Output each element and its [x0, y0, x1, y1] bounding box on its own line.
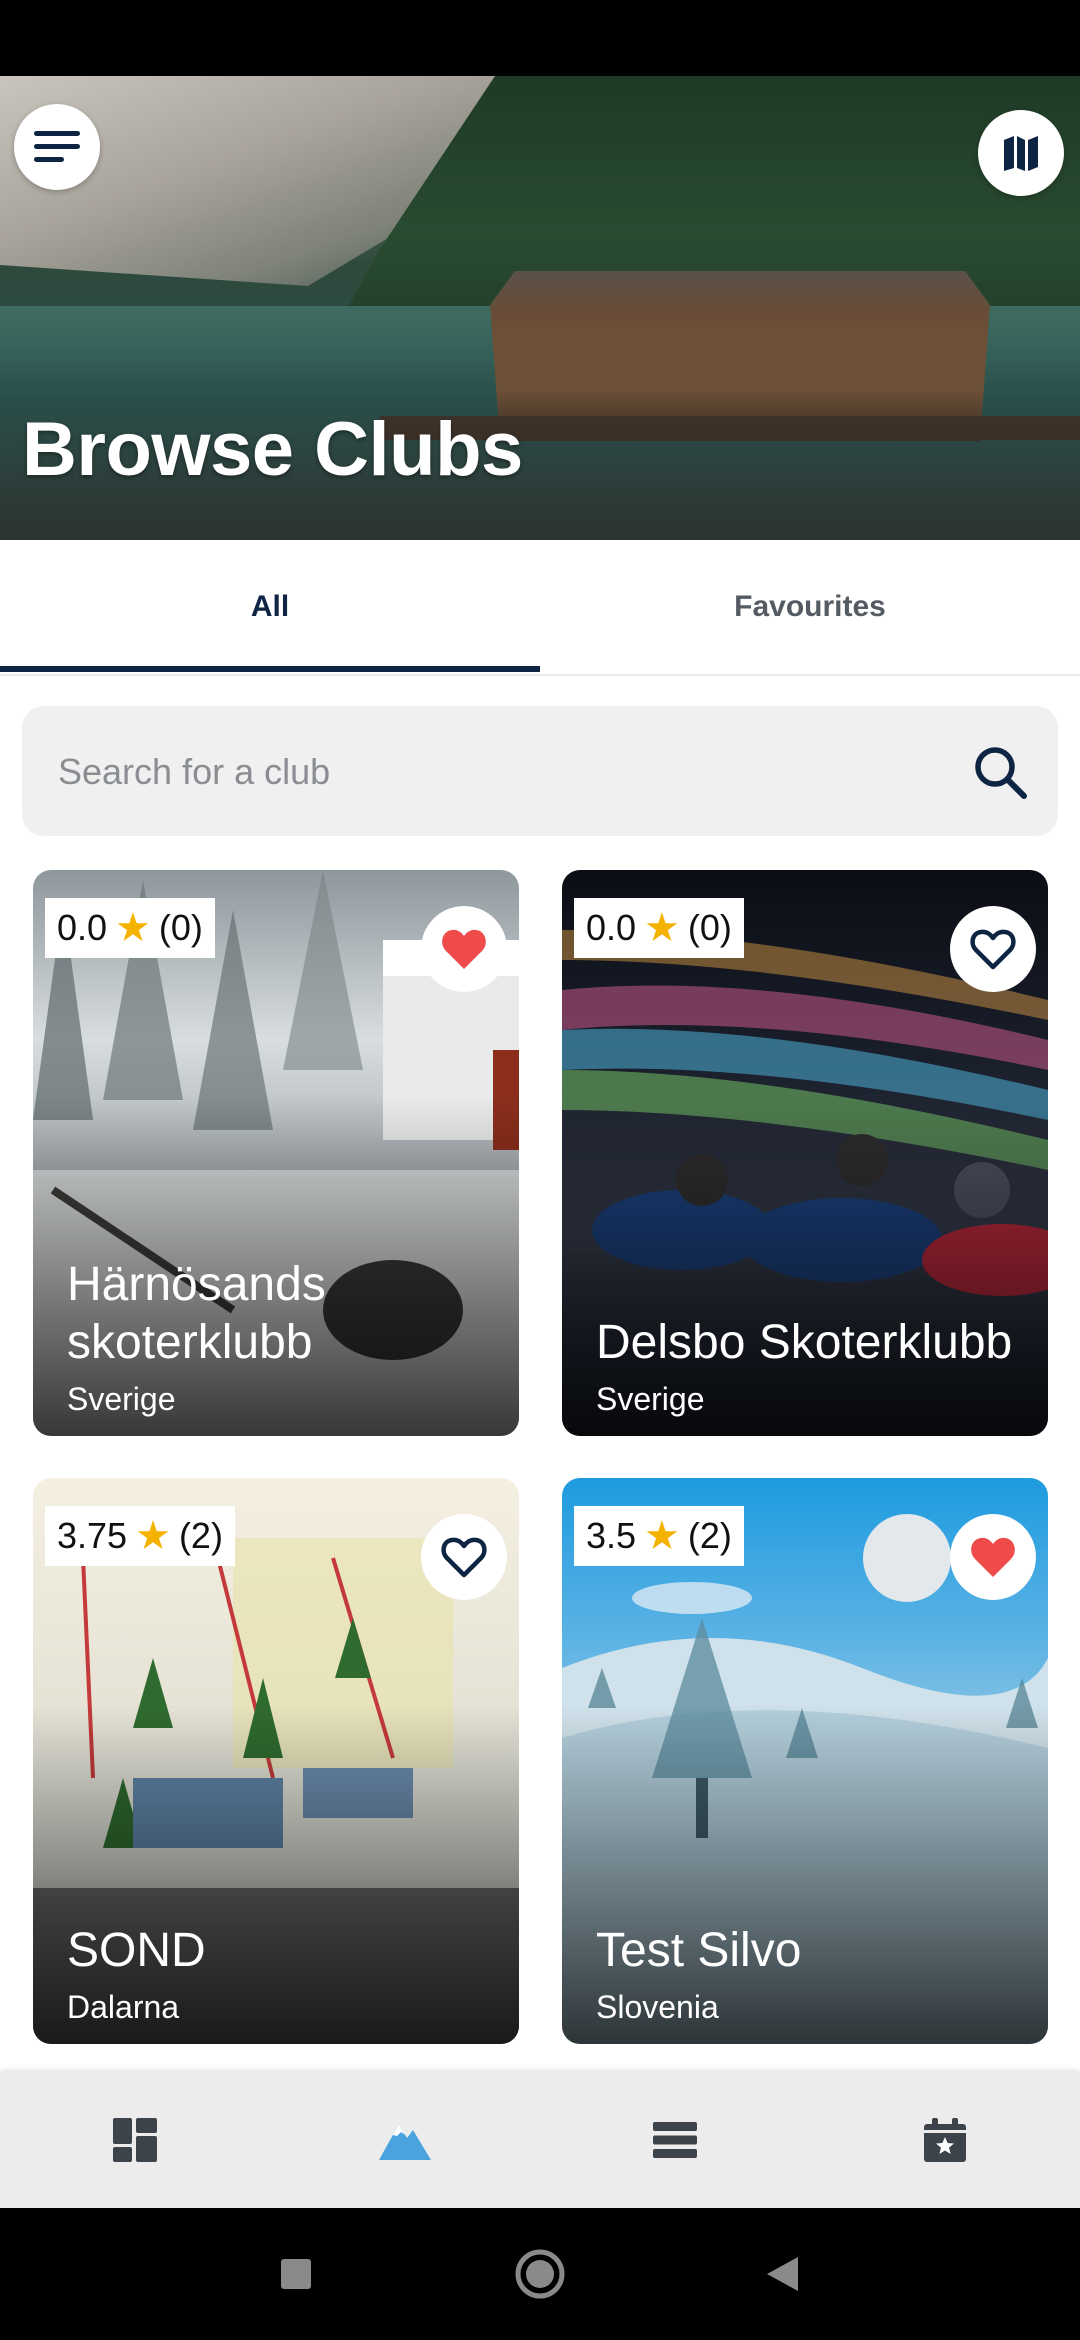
- favourite-button[interactable]: [950, 906, 1036, 992]
- tab-all[interactable]: All: [0, 540, 540, 674]
- back-triangle-icon: [767, 2257, 798, 2291]
- circle-icon: [515, 2249, 565, 2299]
- square-icon: [281, 2259, 311, 2289]
- search-input[interactable]: [56, 706, 940, 838]
- nav-dashboard[interactable]: [0, 2072, 270, 2208]
- tab-bar: All Favourites: [0, 540, 1080, 676]
- club-name: SOND: [67, 1924, 206, 1977]
- club-name: Delsbo Skoterklubb: [596, 1316, 1013, 1369]
- page-title: Browse Clubs: [22, 407, 523, 492]
- hero-banner: Browse Clubs: [0, 76, 1080, 540]
- rating-count: (2): [687, 1515, 732, 1556]
- rating-badge: 0.0 ★ (0): [574, 898, 744, 958]
- heart-outline-icon: [441, 1537, 487, 1578]
- home-button[interactable]: [480, 2208, 600, 2340]
- tab-favourites[interactable]: Favourites: [540, 540, 1080, 674]
- star-icon: ★: [115, 906, 151, 950]
- bottom-navigation: [0, 2072, 1080, 2208]
- rating-value: 0.0: [57, 907, 108, 948]
- search-icon[interactable]: [970, 742, 1030, 802]
- club-card[interactable]: 3.5 ★ (2) Test Silvo Slovenia: [562, 1478, 1048, 2044]
- club-region: Dalarna: [67, 1989, 180, 2025]
- club-name: Test Silvo: [596, 1924, 802, 1977]
- nav-events[interactable]: [810, 2072, 1080, 2208]
- search-bar: [22, 706, 1058, 838]
- recents-button[interactable]: [236, 2208, 356, 2340]
- status-bar: [0, 0, 1080, 76]
- rating-badge: 3.75 ★ (2): [45, 1506, 235, 1566]
- tab-all-label: All: [250, 590, 290, 623]
- star-icon: ★: [135, 1514, 171, 1558]
- club-region: Sverige: [67, 1381, 176, 1417]
- calendar-star-icon: [924, 2118, 966, 2162]
- rating-count: (2): [178, 1515, 223, 1556]
- heart-filled-icon: [971, 1537, 1015, 1577]
- nav-clubs[interactable]: [270, 2072, 540, 2208]
- map-button[interactable]: [978, 110, 1064, 196]
- rating-value: 0.0: [586, 907, 637, 948]
- club-name: Härnösands skoterklubb: [67, 1258, 326, 1369]
- nav-list[interactable]: [540, 2072, 810, 2208]
- heart-outline-icon: [970, 929, 1016, 970]
- rating-count: (0): [158, 907, 203, 948]
- menu-button[interactable]: [14, 104, 100, 190]
- mountain-icon: [379, 2124, 431, 2160]
- favourite-button[interactable]: [421, 906, 507, 992]
- rating-badge: 3.5 ★ (2): [574, 1506, 744, 1566]
- rating-badge: 0.0 ★ (0): [45, 898, 215, 958]
- club-card[interactable]: 0.0 ★ (0) Härnösands skoterklubb Sverige: [33, 870, 519, 1436]
- club-region: Sverige: [596, 1381, 705, 1417]
- system-navigation-bar: [0, 2208, 1080, 2340]
- back-button[interactable]: [722, 2208, 842, 2340]
- star-icon: ★: [644, 906, 680, 950]
- favourite-button[interactable]: [950, 1514, 1036, 1600]
- tab-indicator: [0, 666, 540, 672]
- club-card[interactable]: 3.75 ★ (2) SOND Dalarna: [33, 1478, 519, 2044]
- menu-icon: [34, 131, 80, 162]
- star-icon: ★: [644, 1514, 680, 1558]
- tab-favourites-label: Favourites: [734, 590, 886, 623]
- rating-value: 3.5: [586, 1515, 637, 1556]
- favourite-button[interactable]: [421, 1514, 507, 1600]
- club-region: Slovenia: [596, 1989, 719, 2025]
- map-icon: [1004, 136, 1038, 171]
- rating-value: 3.75: [57, 1515, 128, 1556]
- rating-count: (0): [687, 907, 732, 948]
- club-card[interactable]: 0.0 ★ (0) Delsbo Skoterklubb Sverige: [562, 870, 1048, 1436]
- list-icon: [653, 2122, 697, 2158]
- dashboard-icon: [113, 2118, 157, 2162]
- heart-filled-icon: [442, 929, 486, 969]
